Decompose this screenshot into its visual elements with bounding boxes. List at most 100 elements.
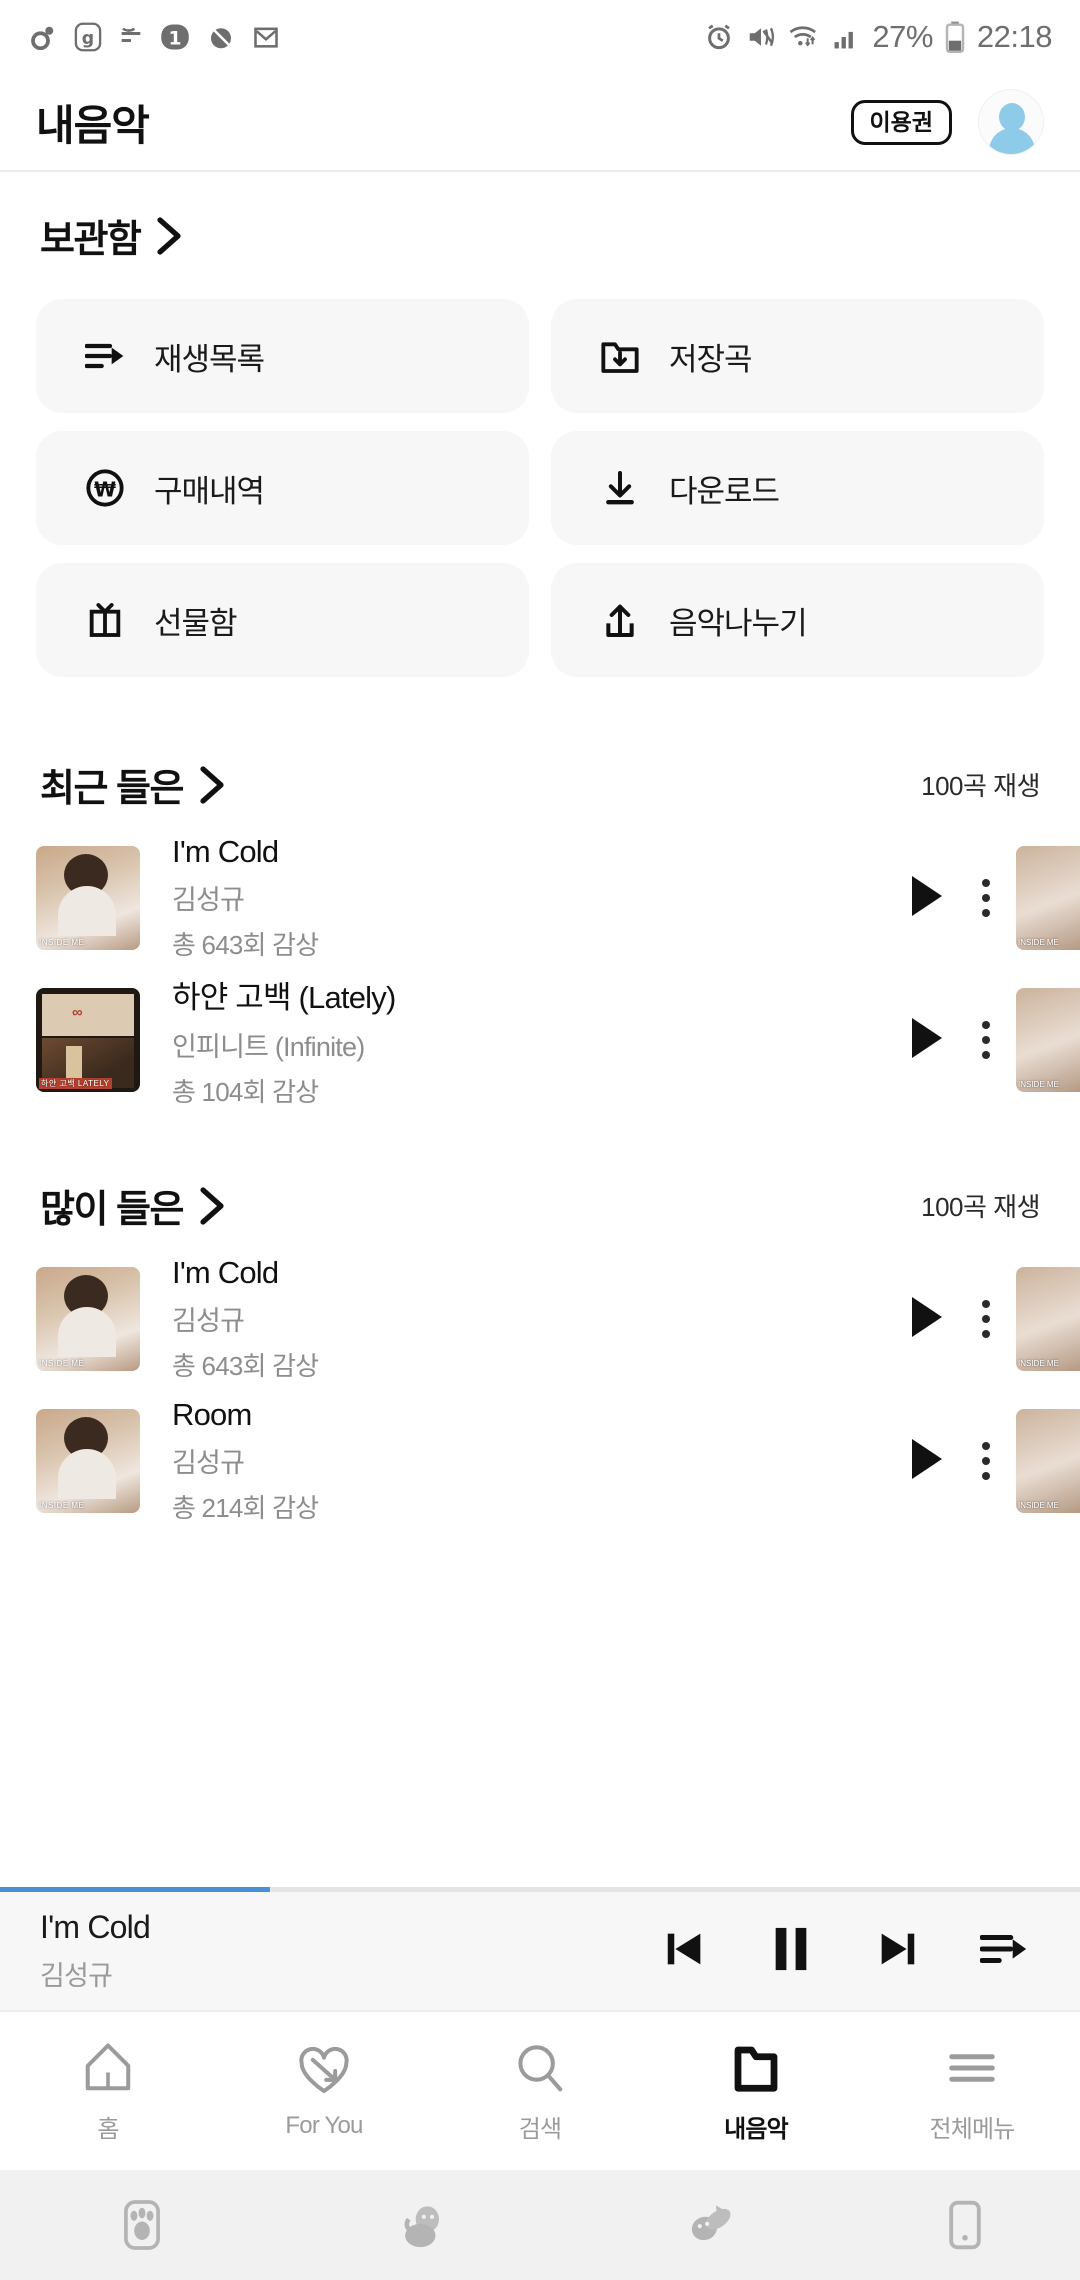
play-icon[interactable] xyxy=(908,1437,944,1486)
one-badge-icon: 1 xyxy=(160,22,190,52)
recent-play-all-button[interactable]: 100곡 재생 xyxy=(921,766,1040,803)
mini-player-info: I'm Cold 김성규 xyxy=(40,1909,151,1993)
most-played-section-header[interactable]: 많이 들은 100곡 재생 xyxy=(0,1102,1080,1233)
avatar[interactable] xyxy=(978,89,1044,155)
app-root: g 1 27% 22:18 내음악 이용권 보관함 재생목록 저장곡 ₩ 구매내… xyxy=(0,0,1080,2280)
song-artist: 김성규 xyxy=(172,1306,245,1336)
album-cover: INSIDE ME xyxy=(36,846,140,950)
library-item-share[interactable]: 음악나누기 xyxy=(551,563,1044,677)
library-item-playlist[interactable]: 재생목록 xyxy=(36,299,529,413)
song-row-actions xyxy=(908,874,1016,923)
library-section-header[interactable]: 보관함 xyxy=(0,172,1080,263)
tab-home[interactable]: 홈 xyxy=(0,2039,216,2144)
signal-icon xyxy=(832,23,860,51)
cover-caption: INSIDE ME xyxy=(1018,1080,1059,1089)
library-item-label: 음악나누기 xyxy=(669,605,808,641)
library-item-saved[interactable]: 저장곡 xyxy=(551,299,1044,413)
song-info: I'm Cold 김성규 총 643회 감상 xyxy=(172,1255,319,1383)
mini-player-body[interactable]: I'm Cold 김성규 xyxy=(0,1892,1080,2010)
song-row-actions xyxy=(908,1295,1016,1344)
prev-icon[interactable] xyxy=(662,1926,708,1977)
cat-back-icon[interactable] xyxy=(567,2198,851,2252)
recent-title: 최근 들은 xyxy=(40,768,184,810)
song-row[interactable]: INSIDE ME Room 김성규 총 214회 감상 INSIDE ME xyxy=(0,1397,1080,1523)
song-play-count: 총 214회 감상 xyxy=(172,1493,319,1523)
mini-player-title: I'm Cold xyxy=(40,1909,151,1945)
heart-arrow-icon xyxy=(295,2042,353,2098)
library-item-label: 재생목록 xyxy=(154,341,265,377)
library-item-gifts[interactable]: 선물함 xyxy=(36,563,529,677)
next-album-peek: INSIDE ME xyxy=(1016,1409,1080,1513)
queue-icon[interactable] xyxy=(979,1929,1030,1974)
android-nav-bar xyxy=(0,2170,1080,2280)
library-item-label: 저장곡 xyxy=(669,341,753,377)
play-icon[interactable] xyxy=(908,1016,944,1065)
library-item-download[interactable]: 다운로드 xyxy=(551,431,1044,545)
search-icon xyxy=(513,2039,567,2095)
chevron-right-icon xyxy=(199,765,225,805)
library-item-purchases[interactable]: ₩ 구매내역 xyxy=(36,431,529,545)
avatar-head xyxy=(999,103,1025,131)
play-icon[interactable] xyxy=(908,1295,944,1344)
song-play-count: 총 104회 감상 xyxy=(172,1076,319,1107)
status-bar: g 1 27% 22:18 xyxy=(0,0,1080,74)
song-row[interactable]: INSIDE ME I'm Cold 김성규 총 643회 감상 INSIDE … xyxy=(0,1255,1080,1383)
song-artist: 인피니트 (Infinite) xyxy=(172,1031,365,1062)
status-bar-left-icons: g 1 xyxy=(28,22,280,52)
svg-text:g: g xyxy=(82,29,94,49)
paw-recents-icon[interactable] xyxy=(0,2197,284,2253)
more-options-icon[interactable] xyxy=(982,879,990,917)
svg-text:₩: ₩ xyxy=(94,477,116,501)
library-item-label: 다운로드 xyxy=(669,473,780,509)
song-info: I'm Cold 김성규 총 643회 감상 xyxy=(172,834,319,962)
download-icon xyxy=(597,465,643,511)
recent-section-header[interactable]: 최근 들은 100곡 재생 xyxy=(0,677,1080,812)
cover-caption: INSIDE ME xyxy=(1018,1501,1059,1510)
song-title: I'm Cold xyxy=(172,834,279,869)
song-title: Room xyxy=(172,1397,252,1432)
tab-my-music[interactable]: 내음악 xyxy=(648,2039,864,2144)
cover-caption: INSIDE ME xyxy=(39,1501,85,1510)
album-cover: ∞ 하얀 고백 LATELY xyxy=(36,988,140,1092)
library-title: 보관함 xyxy=(40,219,142,261)
song-info: 하얀 고백 (Lately) 인피니트 (Infinite) 총 104회 감상 xyxy=(172,972,396,1109)
battery-icon xyxy=(945,21,965,53)
ticket-button[interactable]: 이용권 xyxy=(850,99,952,145)
tab-search[interactable]: 검색 xyxy=(432,2039,648,2144)
tab-all-menu[interactable]: 전체메뉴 xyxy=(864,2039,1080,2144)
most-played-play-all-button[interactable]: 100곡 재생 xyxy=(921,1187,1040,1224)
folder-icon xyxy=(729,2039,783,2095)
next-icon[interactable] xyxy=(874,1926,920,1977)
more-options-icon[interactable] xyxy=(982,1442,990,1480)
cover-caption: INSIDE ME xyxy=(39,1359,85,1368)
phone-icon[interactable] xyxy=(851,2198,1080,2252)
clock: 22:18 xyxy=(976,19,1053,54)
playback-progress-bar[interactable] xyxy=(0,1887,1080,1892)
mini-player-controls xyxy=(662,1924,1040,1979)
more-options-icon[interactable] xyxy=(982,1021,990,1059)
mini-player-artist: 김성규 xyxy=(40,1961,113,1991)
mini-player[interactable]: I'm Cold 김성규 xyxy=(0,1887,1080,2010)
dog-home-icon[interactable] xyxy=(284,2198,568,2252)
most-played-title: 많이 들은 xyxy=(40,1189,184,1231)
mail-icon xyxy=(252,23,280,51)
song-play-count: 총 643회 감상 xyxy=(172,1351,319,1381)
next-album-peek: INSIDE ME xyxy=(1016,846,1080,950)
song-row-actions xyxy=(908,1437,1016,1486)
play-icon[interactable] xyxy=(908,874,944,923)
more-options-icon[interactable] xyxy=(982,1300,990,1338)
svg-text:1: 1 xyxy=(168,29,181,50)
library-grid: 재생목록 저장곡 ₩ 구매내역 다운로드 선물함 음악나누기 xyxy=(0,263,1080,677)
g-badge-icon: g xyxy=(74,22,102,52)
pause-icon[interactable] xyxy=(768,1924,814,1979)
hamburger-icon xyxy=(945,2039,999,2095)
library-item-label: 구매내역 xyxy=(154,473,265,509)
cover-caption: INSIDE ME xyxy=(1018,938,1059,947)
song-row[interactable]: INSIDE ME I'm Cold 김성규 총 643회 감상 INSIDE … xyxy=(0,834,1080,962)
tab-for-you[interactable]: For You xyxy=(216,2042,432,2140)
cover-caption: 하얀 고백 LATELY xyxy=(39,1078,112,1089)
header-actions: 이용권 xyxy=(850,89,1044,155)
song-row[interactable]: ∞ 하얀 고백 LATELY 하얀 고백 (Lately) 인피니트 (Infi… xyxy=(0,978,1080,1107)
song-play-count: 총 643회 감상 xyxy=(172,930,319,960)
cover-caption: INSIDE ME xyxy=(39,938,85,947)
